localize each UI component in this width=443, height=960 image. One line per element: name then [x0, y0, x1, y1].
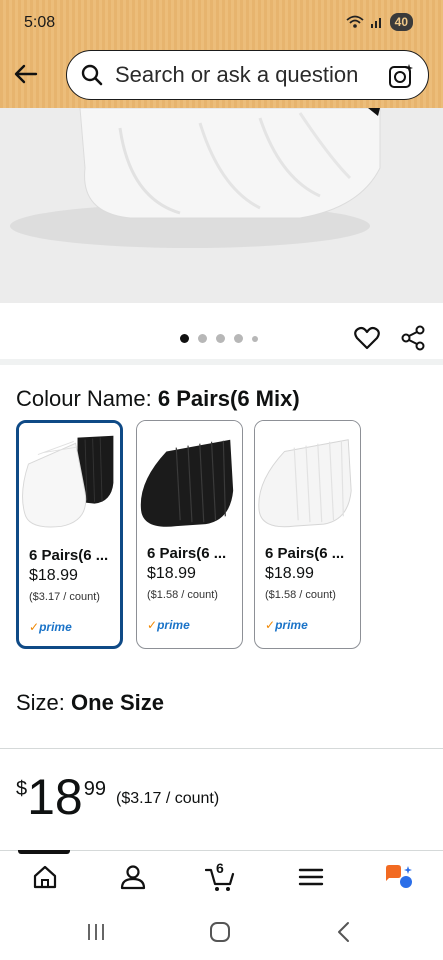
price-fraction: 99: [83, 778, 106, 800]
colour-option-unit-price: ($1.58 / count): [265, 589, 336, 601]
colour-label: Colour Name:: [16, 386, 152, 411]
battery-indicator: 40: [389, 13, 413, 31]
menu-icon[interactable]: [296, 862, 326, 892]
home-icon[interactable]: [30, 862, 60, 892]
size-value: One Size: [71, 690, 164, 715]
prime-check-icon: ✓: [29, 620, 40, 634]
swatch-image: [19, 423, 120, 540]
signal-icon: [370, 18, 381, 28]
size-heading: Size: One Size: [16, 690, 164, 716]
colour-option-name: 6 Pairs(6 ...: [29, 547, 109, 564]
rufus-assistant-icon[interactable]: [384, 862, 414, 892]
carousel-dot[interactable]: [234, 334, 243, 343]
heart-icon[interactable]: [354, 325, 380, 351]
status-icons: 40: [346, 13, 413, 31]
carousel-dot[interactable]: [198, 334, 207, 343]
share-icon[interactable]: [400, 325, 426, 351]
colour-option-name: 6 Pairs(6 ...: [147, 545, 227, 562]
colour-option-unit-price: ($1.58 / count): [147, 589, 218, 601]
divider: [0, 748, 443, 749]
colour-name-heading: Colour Name: 6 Pairs(6 Mix): [16, 386, 300, 412]
recent-apps-icon[interactable]: [86, 922, 106, 942]
product-image[interactable]: [0, 108, 443, 303]
search-icon: [81, 64, 103, 86]
size-label: Size:: [16, 690, 65, 715]
home-button-icon[interactable]: [209, 921, 231, 943]
colour-option-6-mix[interactable]: 6 Pairs(6 ... $18.99 ($3.17 / count) ✓pr…: [16, 420, 123, 649]
prime-badge: ✓prime: [147, 618, 190, 632]
price-per-unit: ($3.17 / count): [116, 790, 220, 807]
carousel-dots: [180, 334, 258, 343]
prime-check-icon: ✓: [265, 618, 276, 632]
prime-check-icon: ✓: [147, 618, 158, 632]
search-placeholder: Search or ask a question: [115, 62, 359, 87]
price-whole: 18: [27, 769, 83, 825]
back-arrow-icon[interactable]: [12, 60, 40, 88]
prime-label: prime: [275, 618, 308, 632]
colour-option-white[interactable]: 6 Pairs(6 ... $18.99 ($1.58 / count) ✓pr…: [254, 420, 361, 649]
back-button-icon[interactable]: [334, 921, 354, 943]
swatch-image: [137, 421, 242, 538]
carousel-dot[interactable]: [216, 334, 225, 343]
colour-value: 6 Pairs(6 Mix): [157, 386, 300, 411]
wifi-icon: [346, 15, 364, 28]
price-currency: $: [16, 778, 28, 800]
prime-label: prime: [39, 620, 72, 634]
prime-badge: ✓prime: [29, 620, 72, 634]
swatch-image: [255, 421, 360, 538]
colour-option-price: $18.99: [29, 567, 78, 584]
colour-option-price: $18.99: [265, 565, 314, 582]
colour-option-price: $18.99: [147, 565, 196, 582]
status-time: 5:08: [24, 14, 56, 31]
search-input[interactable]: Search or ask a question: [66, 50, 429, 100]
prime-label: prime: [157, 618, 190, 632]
account-icon[interactable]: [118, 862, 148, 892]
active-tab-indicator: [18, 850, 70, 854]
camera-lens-icon[interactable]: [388, 63, 414, 89]
carousel-dot[interactable]: [180, 334, 189, 343]
prime-badge: ✓prime: [265, 618, 308, 632]
cart-count-badge: 6: [216, 860, 224, 876]
system-navigation-bar: [0, 902, 443, 960]
colour-option-unit-price: ($3.17 / count): [29, 591, 100, 603]
carousel-dot[interactable]: [252, 335, 258, 342]
price-block: $ 18 99 ($3.17 / count): [16, 770, 219, 824]
colour-option-black[interactable]: 6 Pairs(6 ... $18.99 ($1.58 / count) ✓pr…: [136, 420, 243, 649]
colour-option-name: 6 Pairs(6 ...: [265, 545, 345, 562]
